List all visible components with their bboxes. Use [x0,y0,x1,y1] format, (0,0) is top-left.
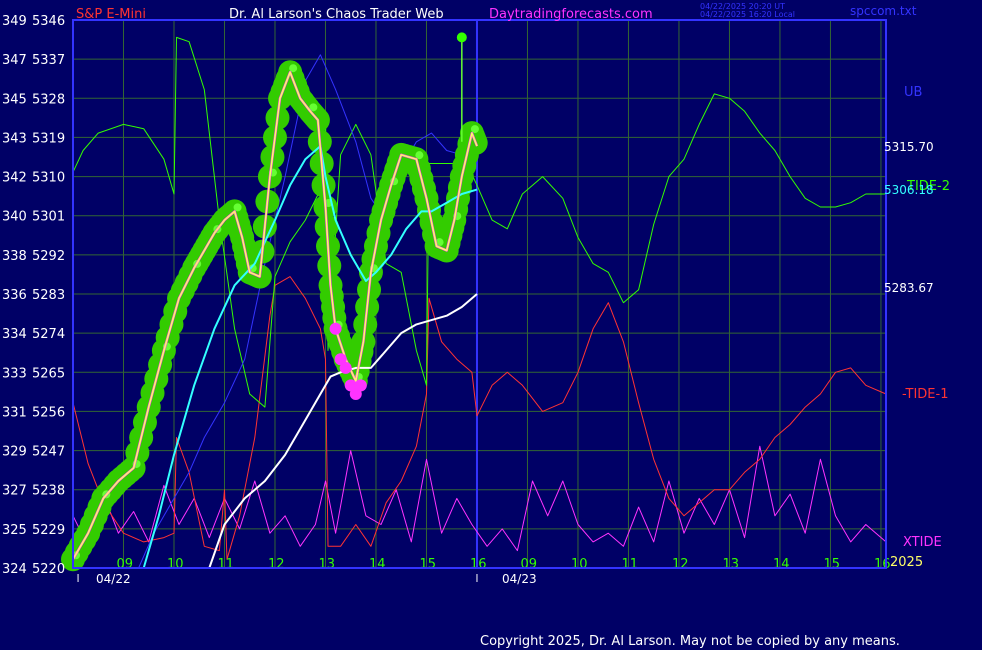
x-hour-label: 14 [369,557,386,572]
x-hour-label: 10 [167,557,184,572]
x-hour-label: 10 [571,557,588,572]
grid-lines [73,19,886,582]
low-marker-dot [329,322,342,335]
y-tick-right: 5346 [32,14,65,29]
label-xtide: XTIDE [903,535,942,550]
x-hour-label: 13 [318,557,335,572]
low-marker-dot [339,361,352,374]
x-hour-label: 12 [672,557,689,572]
year-label: 2025 [890,555,923,570]
y-tick-left: 345 [2,92,27,107]
y-tick-right: 5292 [32,249,65,264]
series-layer [61,32,887,572]
value-label-2: 5306.18 [884,183,934,197]
x-hour-label: 15 [419,557,436,572]
y-tick-right: 5229 [32,523,65,538]
chart-site-title: Dr. Al Larson's Chaos Trader Web [229,7,444,22]
copyright-notice: Copyright 2025, Dr. Al Larson. May not b… [480,634,900,649]
x-hour-label: 12 [268,557,285,572]
x-hour-label: 09 [520,557,537,572]
x-hour-label: 16 [470,557,487,572]
y-tick-left: 338 [2,249,27,264]
y-tick-right: 5247 [32,445,65,460]
time-local: 04/22/2025 16:20 Local [700,10,795,19]
y-tick-right: 5301 [32,210,65,225]
y-tick-left: 336 [2,288,27,303]
low-marker-dot [354,379,367,392]
spike-dot [456,32,467,43]
y-tick-left: 334 [2,327,27,342]
x-hour-label: 14 [773,557,790,572]
y-tick-right: 5310 [32,171,65,186]
y-tick-left: 347 [2,53,27,68]
y-tick-right: 5238 [32,484,65,499]
y-tick-left: 333 [2,366,27,381]
chart-symbol-label: S&P E-Mini [76,7,146,22]
value-label-1: 5315.70 [884,140,934,154]
chart-canvas: 349 5346 347 5337 345 5328 343 5319 342 5310 340 53… [2,2,950,586]
x-hour-label: 16 [874,557,891,572]
x-hour-label: 09 [116,557,133,572]
y-tick-right: 5274 [32,327,65,342]
y-tick-left: 349 [2,14,27,29]
x-hour-label: 11 [621,557,638,572]
y-tick-right: 5283 [32,288,65,303]
y-tick-right: 5220 [32,562,65,577]
y-tick-left: 325 [2,523,27,538]
y-tick-left: 324 [2,562,27,577]
y-tick-left: 331 [2,405,27,420]
y-tick-right: 5337 [32,53,65,68]
date-label-2: 04/23 [502,572,537,586]
value-label-3: 5283.67 [884,281,934,295]
y-tick-right: 5319 [32,131,65,146]
x-hour-label: 11 [217,557,234,572]
y-tick-left: 342 [2,171,27,186]
label-tide1: -TIDE-1 [902,387,948,402]
y-tick-left: 343 [2,131,27,146]
label-ub: UB [904,85,922,100]
chart-url: Daytradingforecasts.com [489,7,653,22]
y-tick-left: 340 [2,210,27,225]
x-hour-label: 15 [823,557,840,572]
y-tick-left: 327 [2,484,27,499]
y-tick-right: 5265 [32,366,65,381]
x-hour-label: 13 [722,557,739,572]
tide1-line [72,276,887,560]
y-tick-right: 5328 [32,92,65,107]
date-label-1: 04/22 [96,572,131,586]
y-tick-left: 329 [2,445,27,460]
tide2-line [72,36,886,408]
data-file-name: spccom.txt [850,4,917,18]
y-tick-right: 5256 [32,405,65,420]
